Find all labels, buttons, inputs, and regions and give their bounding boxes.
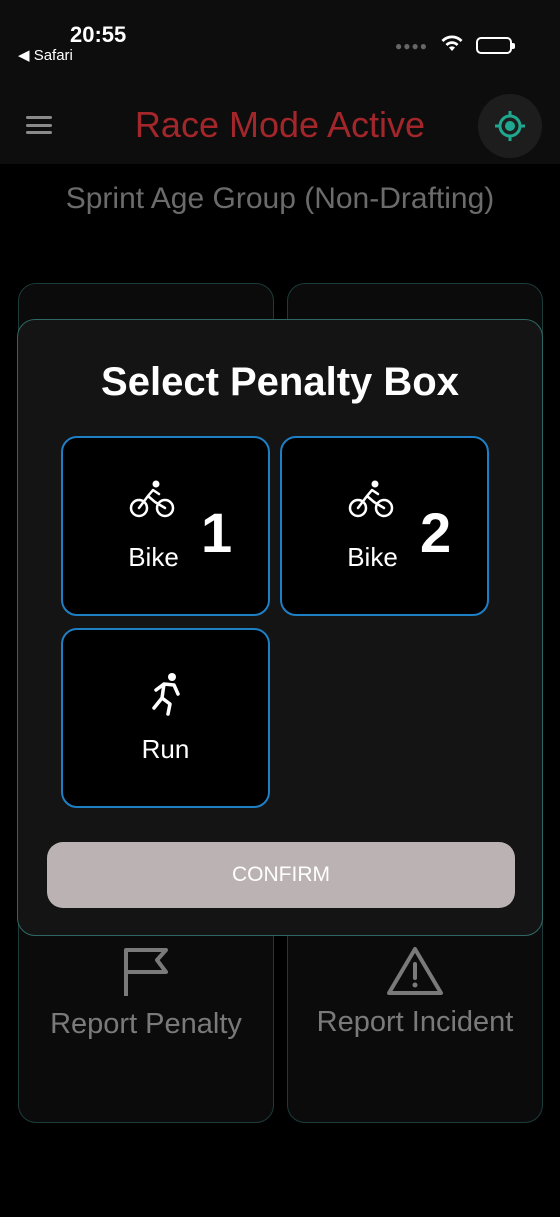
app-header: Race Mode Active [0,84,560,164]
status-time: 20:55 [70,22,127,47]
run-icon [150,672,184,721]
report-penalty-button[interactable]: Report Penalty [18,946,274,1041]
flag-icon [124,948,168,996]
back-to-safari-link[interactable]: ◀ Safari [18,46,73,64]
locate-button[interactable] [478,94,542,158]
bike-icon [348,480,394,523]
report-incident-label: Report Incident [316,1006,514,1038]
crosshair-icon [495,111,525,141]
box-label: Bike [347,542,398,572]
modal-title: Select Penalty Box [101,360,459,404]
penalty-box-bike-1[interactable]: 1 Bike [61,436,270,616]
confirm-button[interactable]: CONFIRM [47,842,515,908]
penalty-box-run[interactable]: Run [61,628,270,808]
box-label: Bike [128,542,179,572]
penalty-box-bike-2[interactable]: 2 Bike [280,436,489,616]
bike-icon [129,480,175,523]
box-label: Run [141,734,190,764]
status-bar: 20:55 ◀ Safari ●●●● [0,0,560,84]
battery-icon [476,37,515,54]
race-category: Sprint Age Group (Non-Drafting) [65,182,495,215]
status-icons: ●●●● [395,34,515,57]
page-title: Race Mode Active [134,104,426,145]
report-incident-button[interactable]: Report Incident [287,946,543,1039]
wifi-icon [440,34,464,57]
report-penalty-label: Report Penalty [50,1008,242,1040]
warning-triangle-icon [387,947,443,995]
signal-dots-icon: ●●●● [395,38,428,53]
penalty-box-modal: Select Penalty Box 1 Bike 2 Bike Run CON… [17,319,543,936]
